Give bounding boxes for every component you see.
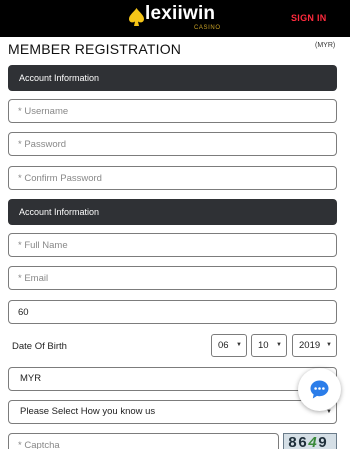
caret-down-icon: ▼ — [276, 342, 282, 348]
sign-in-button[interactable]: SIGN IN — [287, 11, 331, 25]
full-name-field[interactable] — [8, 233, 337, 257]
confirm-password-field[interactable] — [8, 166, 337, 190]
caret-down-icon: ▼ — [236, 342, 242, 348]
logo-subtext: CASINO — [194, 25, 221, 31]
captcha-field[interactable] — [8, 433, 279, 449]
email-field[interactable] — [8, 266, 337, 290]
dob-month-value: 06 — [218, 340, 229, 351]
dob-year-value: 2019 — [299, 340, 321, 351]
captcha-input[interactable] — [18, 434, 278, 449]
caret-down-icon: ▼ — [326, 342, 332, 348]
captcha-code-part2: 4 — [308, 435, 319, 449]
dob-label: Date Of Birth — [12, 341, 67, 352]
spade-icon — [129, 8, 144, 26]
captcha-code-part3: 9 — [318, 435, 329, 449]
page-title: MEMBER REGISTRATION — [8, 41, 182, 57]
section-header-account-info: Account Information — [8, 65, 337, 91]
referral-select[interactable]: Please Select How you know us ▼ — [8, 400, 337, 424]
username-field[interactable] — [8, 99, 337, 123]
logo-text: lexiiwin — [145, 3, 216, 24]
section-header-account-info-2: Account Information — [8, 199, 337, 225]
dob-day-select[interactable]: 10 ▼ — [251, 334, 287, 357]
dob-month-select[interactable]: 06 ▼ — [211, 334, 247, 357]
site-logo[interactable]: lexiiwin CASINO — [128, 3, 228, 34]
captcha-code-part1: 86 — [288, 435, 309, 449]
top-navigation-bar: lexiiwin CASINO SIGN IN — [0, 0, 350, 37]
dob-year-select[interactable]: 2019 ▼ — [292, 334, 337, 357]
password-field[interactable] — [8, 132, 337, 156]
currency-select[interactable]: MYR — [8, 367, 337, 391]
full-name-input[interactable] — [18, 234, 336, 256]
captcha-code: 8649 — [288, 435, 328, 449]
phone-field[interactable] — [8, 300, 337, 324]
referral-value: Please Select How you know us — [20, 406, 156, 417]
currency-value: MYR — [20, 373, 42, 384]
phone-input[interactable] — [18, 301, 336, 323]
email-input[interactable] — [18, 267, 336, 289]
chat-bubble-icon — [310, 380, 329, 399]
currency-note: (MYR) — [315, 42, 336, 49]
live-chat-button[interactable] — [298, 368, 341, 411]
captcha-image[interactable]: 8649 — [283, 433, 337, 449]
password-input[interactable] — [18, 133, 336, 155]
confirm-password-input[interactable] — [18, 167, 336, 189]
username-input[interactable] — [18, 100, 336, 122]
dob-day-value: 10 — [258, 340, 269, 351]
